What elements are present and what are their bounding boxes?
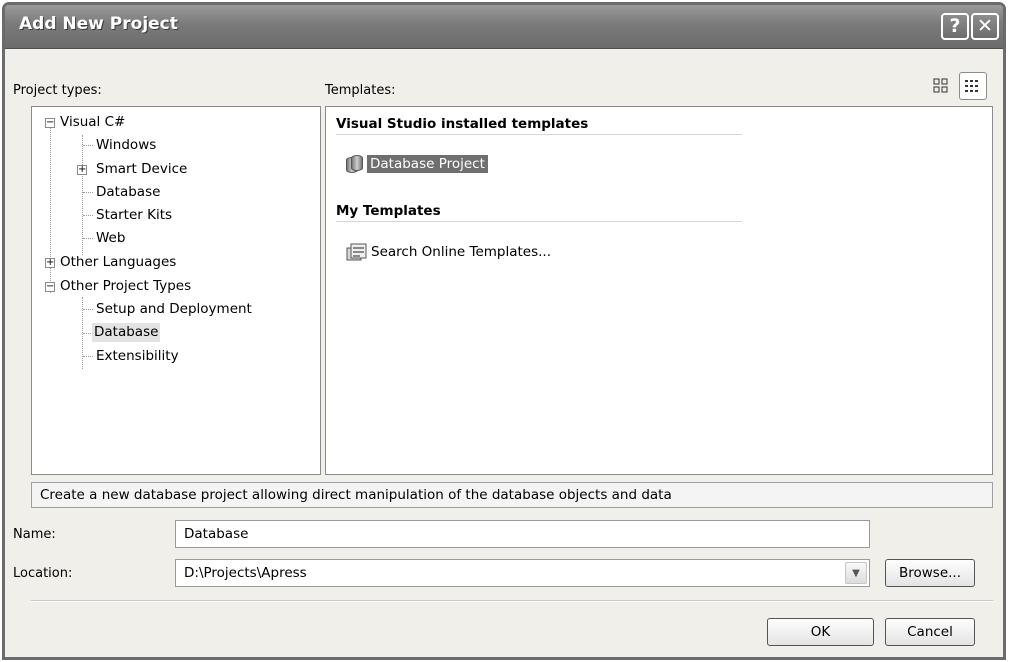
- template-database-project[interactable]: Database Project: [346, 154, 488, 174]
- ok-button[interactable]: OK: [767, 618, 874, 646]
- tree-item-other-project-types[interactable]: Other Project Types: [60, 277, 191, 296]
- close-button[interactable]: ✕: [971, 13, 999, 40]
- project-types-label: Project types:: [13, 83, 102, 98]
- tree-connector: [83, 192, 93, 193]
- tree-item-web[interactable]: Web: [96, 229, 125, 248]
- tree-connector: [83, 356, 93, 357]
- expand-icon[interactable]: +: [45, 258, 55, 268]
- tree-connector: [83, 309, 93, 310]
- tree-connector: [50, 127, 51, 293]
- my-templates-heading: My Templates: [336, 203, 742, 222]
- small-icons-view-icon: [965, 80, 978, 92]
- templates-label: Templates:: [325, 83, 396, 98]
- tree-item-database-selected[interactable]: Database: [92, 323, 161, 342]
- tree-item-other-languages[interactable]: Other Languages: [60, 253, 176, 272]
- tree-item-smart-device[interactable]: Smart Device: [96, 160, 187, 179]
- template-description: Create a new database project allowing d…: [31, 482, 993, 508]
- name-input[interactable]: Database: [175, 520, 870, 548]
- project-types-tree[interactable]: − Visual C# Windows + Smart Device Datab…: [31, 106, 321, 475]
- search-online-icon: [346, 242, 368, 262]
- browse-button[interactable]: Browse...: [885, 559, 975, 587]
- help-button[interactable]: ?: [941, 13, 969, 40]
- expand-icon[interactable]: +: [77, 165, 87, 175]
- tree-connector: [83, 215, 93, 216]
- tree-item-setup-and-deployment[interactable]: Setup and Deployment: [96, 300, 252, 319]
- template-label: Search Online Templates...: [371, 244, 552, 260]
- tree-connector: [82, 135, 83, 255]
- chevron-down-icon: ▼: [852, 567, 860, 579]
- location-label: Location:: [13, 566, 73, 581]
- add-new-project-dialog: Add New Project ? ✕ Project types: Templ…: [2, 2, 1006, 660]
- location-dropdown-button[interactable]: ▼: [845, 562, 867, 584]
- tree-item-windows[interactable]: Windows: [96, 136, 156, 155]
- tree-item-starter-kits[interactable]: Starter Kits: [96, 206, 172, 225]
- tree-connector: [83, 145, 93, 146]
- tree-item-database[interactable]: Database: [96, 183, 160, 202]
- installed-templates-heading: Visual Studio installed templates: [336, 116, 742, 135]
- tree-connector: [83, 238, 93, 239]
- template-label: Database Project: [367, 155, 488, 173]
- small-icons-view-button[interactable]: [959, 72, 987, 100]
- template-search-online[interactable]: Search Online Templates...: [346, 242, 551, 262]
- templates-list[interactable]: Visual Studio installed templates Databa…: [325, 106, 993, 475]
- title-bar: Add New Project ? ✕: [5, 5, 1003, 49]
- location-combobox[interactable]: D:\Projects\Apress: [175, 559, 870, 587]
- large-icons-view-icon: [933, 78, 948, 93]
- divider: [31, 600, 993, 602]
- large-icons-view-button[interactable]: [927, 72, 955, 100]
- name-label: Name:: [13, 527, 56, 542]
- database-icon: [346, 154, 364, 174]
- tree-item-visual-csharp[interactable]: Visual C#: [60, 113, 125, 132]
- tree-item-extensibility[interactable]: Extensibility: [96, 347, 179, 366]
- tree-connector: [83, 333, 91, 334]
- collapse-icon[interactable]: −: [45, 118, 55, 128]
- dialog-title: Add New Project: [19, 14, 178, 34]
- collapse-icon[interactable]: −: [45, 282, 55, 292]
- cancel-button[interactable]: Cancel: [885, 618, 975, 646]
